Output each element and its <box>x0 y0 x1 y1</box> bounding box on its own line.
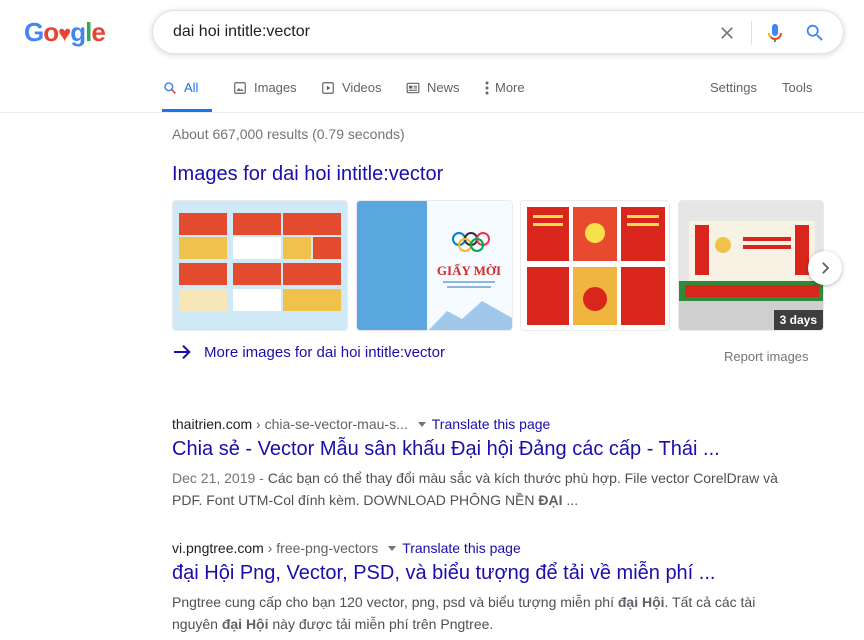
tab-more-label: More <box>495 80 525 95</box>
image-thumbnail[interactable] <box>172 200 348 331</box>
tabs-divider <box>0 112 864 113</box>
tab-settings[interactable]: Settings <box>710 78 757 112</box>
next-images-button[interactable] <box>808 251 842 285</box>
google-logo[interactable]: Go♥gle <box>24 17 106 48</box>
tab-all-label: All <box>184 80 199 95</box>
clear-icon[interactable] <box>715 21 739 45</box>
date-separator: - <box>255 470 268 486</box>
result-snippet: Pngtree cung cấp cho bạn 120 vector, png… <box>172 591 792 635</box>
tab-news-label: News <box>427 80 460 95</box>
result-path: › free-png-vectors <box>263 540 379 556</box>
caret-down-icon[interactable] <box>417 421 426 427</box>
result-title-link[interactable]: Chia sẻ - Vector Mẫu sân khấu Đại hội Đả… <box>172 436 792 462</box>
result-title-link[interactable]: đại Hội Png, Vector, PSD, và biểu tượng … <box>172 560 792 586</box>
search-divider <box>751 21 752 45</box>
tab-settings-label: Settings <box>710 80 757 95</box>
result-snippet: Dec 21, 2019 - Các bạn có thể thay đổi m… <box>172 467 792 511</box>
arrow-right-icon <box>174 344 191 360</box>
chevron-right-icon <box>822 262 830 274</box>
report-images-link[interactable]: Report images <box>724 349 809 364</box>
tab-all[interactable]: All <box>162 78 213 112</box>
snippet-highlight: ĐẠI <box>538 492 563 508</box>
tab-news[interactable]: News <box>405 78 460 112</box>
translate-link[interactable]: Translate this page <box>402 540 521 556</box>
search-box <box>152 10 844 54</box>
tab-videos[interactable]: Videos <box>320 78 382 112</box>
caret-down-icon[interactable] <box>388 545 397 551</box>
tab-tools[interactable]: Tools <box>782 78 812 112</box>
result-domain: thaitrien.com <box>172 416 253 432</box>
result-cite: vi.pngtree.com › free-png-vectors Transla… <box>172 539 792 557</box>
search-result: vi.pngtree.com › free-png-vectors Transla… <box>172 539 792 635</box>
result-cite: thaitrien.com › chia-se-vector-mau-s... T… <box>172 415 792 433</box>
result-path: › chia-se-vector-mau-s... <box>252 416 408 432</box>
result-stats: About 667,000 results (0.79 seconds) <box>172 126 405 142</box>
invitation-title: GIẤY MỜI <box>437 263 501 278</box>
search-input[interactable] <box>173 11 693 53</box>
snippet-highlight: đại Hội <box>617 594 665 610</box>
images-heading-link[interactable]: Images for dai hoi intitle:vector <box>172 163 443 186</box>
search-result: thaitrien.com › chia-se-vector-mau-s... T… <box>172 415 792 511</box>
snippet-text: Pngtree cung cấp cho bạn 120 vector, png… <box>172 594 618 610</box>
snippet-text: này được tải miễn phí trên Pngtree. <box>268 616 494 632</box>
news-icon <box>405 80 421 96</box>
result-date: Dec 21, 2019 <box>172 470 256 486</box>
image-thumbnail[interactable] <box>520 200 670 331</box>
tab-videos-label: Videos <box>342 80 382 95</box>
tab-images-label: Images <box>254 80 297 95</box>
video-icon <box>320 80 336 96</box>
image-thumbnail[interactable]: GIẤY MỜI <box>356 200 513 331</box>
search-icon <box>162 80 178 96</box>
tab-tools-label: Tools <box>782 80 813 95</box>
image-thumbnail[interactable]: 3 days <box>678 200 824 331</box>
more-vert-icon <box>483 80 491 96</box>
snippet-text: ... <box>562 492 579 508</box>
tab-more[interactable]: More <box>483 78 525 112</box>
translate-link[interactable]: Translate this page <box>432 416 551 432</box>
age-badge: 3 days <box>773 310 823 330</box>
snippet-highlight: đại Hội <box>221 616 269 632</box>
image-icon <box>232 80 248 96</box>
result-domain: vi.pngtree.com <box>172 540 264 556</box>
tab-images[interactable]: Images <box>232 78 297 112</box>
search-icon[interactable] <box>803 21 827 45</box>
more-images-link[interactable]: More images for dai hoi intitle:vector <box>172 343 445 361</box>
microphone-icon[interactable] <box>763 21 787 45</box>
more-images-label: More images for dai hoi intitle:vector <box>204 343 445 361</box>
